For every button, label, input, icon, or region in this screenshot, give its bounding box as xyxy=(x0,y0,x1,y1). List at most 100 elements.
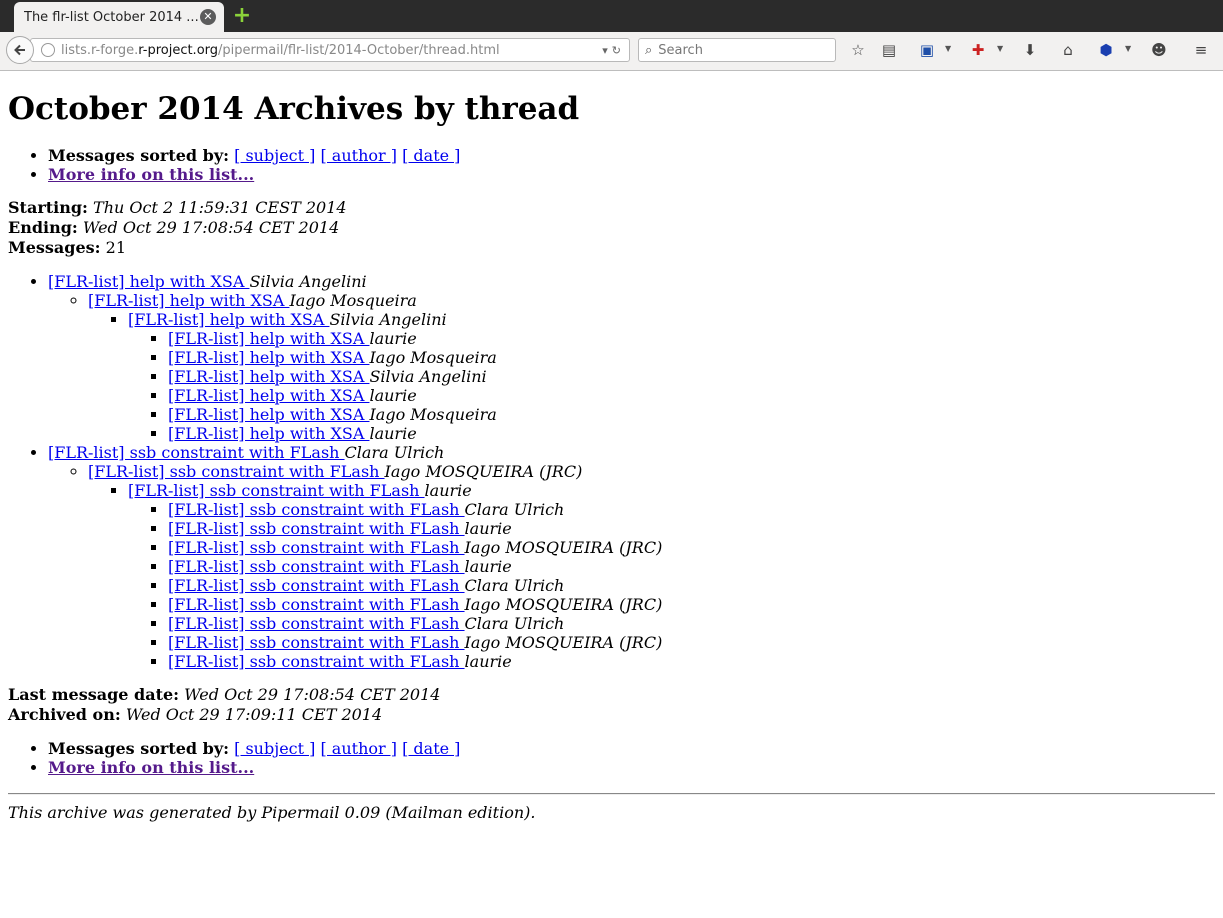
url-bar[interactable]: lists.r-forge.r-project.org/pipermail/fl… xyxy=(30,38,630,62)
thread-message: [FLR-list] ssb constraint with FLash Cla… xyxy=(168,500,1215,519)
thread-message: [FLR-list] ssb constraint with FLash Iag… xyxy=(88,462,1215,671)
ending-label: Ending: xyxy=(8,218,78,237)
sort-date-link[interactable]: [ date ] xyxy=(402,146,460,165)
bookmark-star-icon[interactable]: ☆ xyxy=(848,40,868,60)
message-subject-link[interactable]: [FLR-list] help with XSA xyxy=(128,310,329,329)
thread-message: [FLR-list] ssb constraint with FLash lau… xyxy=(168,652,1215,671)
message-subject-link[interactable]: [FLR-list] help with XSA xyxy=(168,386,369,405)
adblock-icon[interactable]: ⬢ xyxy=(1096,40,1116,60)
globe-icon xyxy=(41,43,55,57)
back-button[interactable] xyxy=(6,36,34,64)
thread-message: [FLR-list] ssb constraint with FLash Iag… xyxy=(168,538,1215,557)
home-icon[interactable]: ⌂ xyxy=(1058,40,1078,60)
message-author: Clara Ulrich xyxy=(464,500,565,519)
reload-icon[interactable]: ↻ xyxy=(612,44,621,57)
navigation-bar: lists.r-forge.r-project.org/pipermail/fl… xyxy=(0,32,1223,71)
message-subject-link[interactable]: [FLR-list] help with XSA xyxy=(168,405,369,424)
message-author: Silvia Angelini xyxy=(329,310,447,329)
thread-message: [FLR-list] help with XSA laurie xyxy=(168,424,1215,443)
message-author: Iago MOSQUEIRA (JRC) xyxy=(464,538,663,557)
message-subject-link[interactable]: [FLR-list] help with XSA xyxy=(88,291,289,310)
url-dropdown-icon[interactable]: ▾ xyxy=(602,44,608,57)
thread-message: [FLR-list] ssb constraint with FLash Iag… xyxy=(168,633,1215,652)
message-subject-link[interactable]: [FLR-list] ssb constraint with FLash xyxy=(168,557,465,576)
addon-dropdown-icon[interactable]: ▼ xyxy=(997,44,1005,56)
menu-icon[interactable]: ≡ xyxy=(1191,40,1211,60)
messages-label: Messages: xyxy=(8,238,101,257)
thread-sublist: [FLR-list] ssb constraint with FLash Iag… xyxy=(48,462,1215,671)
last-date-value: Wed Oct 29 17:08:54 CET 2014 xyxy=(184,685,441,704)
addon-cross-icon[interactable]: ✚ xyxy=(968,40,988,60)
message-subject-link[interactable]: [FLR-list] help with XSA xyxy=(48,272,249,291)
page-title: October 2014 Archives by thread xyxy=(8,91,580,127)
sort-subject-link[interactable]: [ subject ] xyxy=(234,739,315,758)
more-info-link[interactable]: More info on this list... xyxy=(48,165,254,184)
thread-sublist: [FLR-list] ssb constraint with FLash Cla… xyxy=(128,500,1215,671)
message-author: Iago MOSQUEIRA (JRC) xyxy=(464,633,663,652)
more-info-item: More info on this list... xyxy=(48,758,1215,777)
message-subject-link[interactable]: [FLR-list] ssb constraint with FLash xyxy=(168,576,465,595)
message-subject-link[interactable]: [FLR-list] ssb constraint with FLash xyxy=(168,633,465,652)
sort-line: Messages sorted by: [ subject ] [ author… xyxy=(48,739,1215,758)
url-text[interactable]: lists.r-forge.r-project.org/pipermail/fl… xyxy=(61,43,602,58)
message-author: laurie xyxy=(369,386,417,405)
footer-note: This archive was generated by Pipermail … xyxy=(8,803,536,822)
starting-label: Starting: xyxy=(8,198,88,217)
message-subject-link[interactable]: [FLR-list] help with XSA xyxy=(168,329,369,348)
message-subject-link[interactable]: [FLR-list] ssb constraint with FLash xyxy=(168,500,465,519)
sort-author-link[interactable]: [ author ] xyxy=(320,146,397,165)
thread-message: [FLR-list] help with XSA laurie xyxy=(168,329,1215,348)
starting-value: Thu Oct 2 11:59:31 CEST 2014 xyxy=(93,198,347,217)
adblock-dropdown-icon[interactable]: ▼ xyxy=(1125,44,1133,56)
message-subject-link[interactable]: [FLR-list] ssb constraint with FLash xyxy=(88,462,385,481)
message-author: laurie xyxy=(369,424,417,443)
save-dropdown-icon[interactable]: ▼ xyxy=(945,44,953,56)
message-author: laurie xyxy=(424,481,472,500)
message-author: Iago Mosqueira xyxy=(369,405,497,424)
search-icon: ⌕ xyxy=(645,42,653,58)
message-subject-link[interactable]: [FLR-list] ssb constraint with FLash xyxy=(128,481,425,500)
message-author: Iago MOSQUEIRA (JRC) xyxy=(384,462,583,481)
messages-count: 21 xyxy=(105,238,127,257)
message-subject-link[interactable]: [FLR-list] ssb constraint with FLash xyxy=(48,443,345,462)
save-icon[interactable]: ▣ xyxy=(917,40,937,60)
thread-message: [FLR-list] ssb constraint with FLash lau… xyxy=(168,557,1215,576)
thread-message: [FLR-list] ssb constraint with FLash lau… xyxy=(168,519,1215,538)
thread-message: [FLR-list] ssb constraint with FLash Cla… xyxy=(168,576,1215,595)
message-subject-link[interactable]: [FLR-list] ssb constraint with FLash xyxy=(168,595,465,614)
message-author: Iago Mosqueira xyxy=(369,348,497,367)
message-subject-link[interactable]: [FLR-list] help with XSA xyxy=(168,367,369,386)
more-info-link[interactable]: More info on this list... xyxy=(48,758,254,777)
sort-nav-top: Messages sorted by: [ subject ] [ author… xyxy=(8,146,1215,184)
message-author: Clara Ulrich xyxy=(344,443,445,462)
download-icon[interactable]: ⬇ xyxy=(1020,40,1040,60)
message-subject-link[interactable]: [FLR-list] ssb constraint with FLash xyxy=(168,538,465,557)
thread-list: [FLR-list] help with XSA Silvia Angelini… xyxy=(8,272,1215,671)
thread-message: [FLR-list] help with XSA Silvia Angelini… xyxy=(48,272,1215,443)
thread-message: [FLR-list] ssb constraint with FLash lau… xyxy=(128,481,1215,671)
chat-icon[interactable]: ☻ xyxy=(1149,40,1169,60)
thread-sublist: [FLR-list] help with XSA Iago Mosqueira[… xyxy=(48,291,1215,443)
sort-subject-link[interactable]: [ subject ] xyxy=(234,146,315,165)
sort-label: Messages sorted by: xyxy=(48,739,230,758)
message-subject-link[interactable]: [FLR-list] ssb constraint with FLash xyxy=(168,652,465,671)
active-tab[interactable]: The flr-list October 2014 ... ✕ xyxy=(14,2,224,32)
close-tab-icon[interactable]: ✕ xyxy=(200,9,216,25)
tab-bar: The flr-list October 2014 ... ✕ + xyxy=(0,0,1223,32)
thread-message: [FLR-list] ssb constraint with FLash Cla… xyxy=(48,443,1215,671)
reading-list-icon[interactable]: ▤ xyxy=(879,40,899,60)
search-input[interactable]: Search xyxy=(658,43,703,58)
thread-message: [FLR-list] help with XSA laurie xyxy=(168,386,1215,405)
thread-message: [FLR-list] ssb constraint with FLash Cla… xyxy=(168,614,1215,633)
message-subject-link[interactable]: [FLR-list] help with XSA xyxy=(168,424,369,443)
message-subject-link[interactable]: [FLR-list] help with XSA xyxy=(168,348,369,367)
new-tab-icon[interactable]: + xyxy=(232,5,252,27)
message-subject-link[interactable]: [FLR-list] ssb constraint with FLash xyxy=(168,614,465,633)
search-bar[interactable]: ⌕ Search xyxy=(638,38,836,62)
sort-date-link[interactable]: [ date ] xyxy=(402,739,460,758)
message-subject-link[interactable]: [FLR-list] ssb constraint with FLash xyxy=(168,519,465,538)
ending-value: Wed Oct 29 17:08:54 CET 2014 xyxy=(82,218,340,237)
sort-author-link[interactable]: [ author ] xyxy=(320,739,397,758)
message-author: laurie xyxy=(464,557,512,576)
archived-label: Archived on: xyxy=(8,705,121,724)
